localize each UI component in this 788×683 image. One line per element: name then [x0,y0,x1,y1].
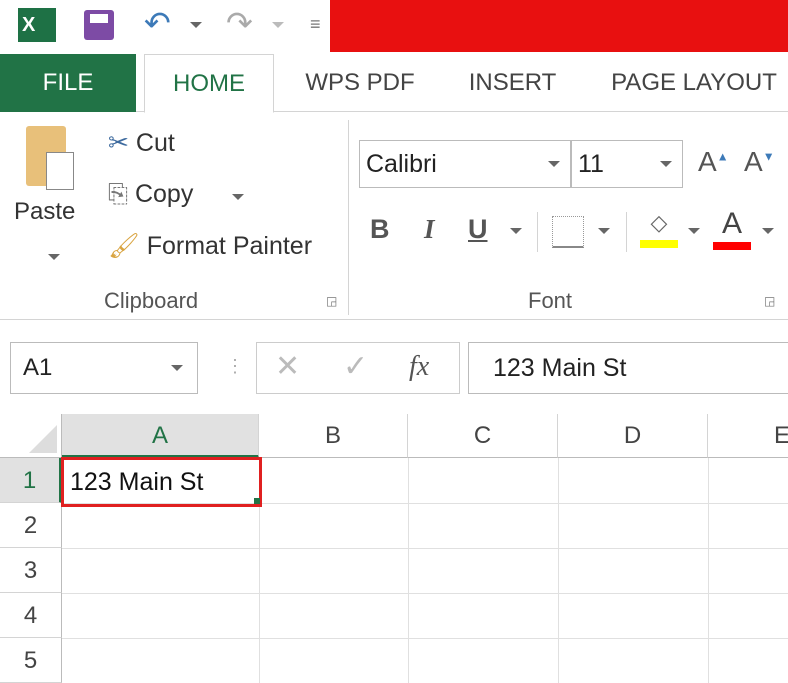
row-header-5[interactable]: 5 [0,638,62,683]
gridline [558,458,559,683]
clipboard-icon [26,126,74,190]
gridline [62,548,788,549]
copy-dropdown-icon[interactable] [232,194,244,200]
column-header-c[interactable]: C [408,414,558,458]
row-header-4[interactable]: 4 [0,593,62,638]
font-color-swatch [713,242,751,250]
formula-input[interactable]: 123 Main St [468,342,788,394]
tab-page-layout[interactable]: PAGE LAYOUT [600,54,788,112]
cancel-icon[interactable]: ✕ [275,349,300,384]
tab-file[interactable]: FILE [0,54,136,112]
separator [537,212,538,252]
grow-font-icon: A [698,146,717,177]
name-box[interactable]: A1 [10,342,198,394]
tab-home[interactable]: HOME [144,54,274,113]
column-header-b[interactable]: B [259,414,408,458]
gridline [62,593,788,594]
copy-button[interactable]: ⎘ Copy [108,180,193,209]
format-painter-label: Format Painter [146,232,313,260]
save-icon[interactable] [84,10,114,40]
gridline [62,638,788,639]
column-header-a[interactable]: A [62,414,259,458]
undo-dropdown-icon[interactable] [190,22,202,28]
ribbon: Paste ✂ Cut ⎘ Copy 🖌 Format Painter Clip… [0,112,788,320]
fill-color-button[interactable]: ◇ [640,210,678,250]
bold-button[interactable]: B [370,214,390,245]
excel-logo-icon: X [18,8,56,42]
copy-icon: ⎘ [108,180,129,208]
font-group-label: Font [528,288,573,313]
tab-wps-pdf[interactable]: WPS PDF [290,54,430,112]
formula-value: 123 Main St [493,354,627,382]
copy-label: Copy [134,180,194,208]
select-all-button[interactable] [0,414,62,458]
shrink-font-icon: A [744,146,763,177]
column-header-d[interactable]: D [558,414,708,458]
underline-dropdown-icon[interactable] [510,228,522,234]
scissors-icon: ✂ [108,129,129,157]
font-launcher-icon[interactable]: ◲ [764,294,775,308]
undo-icon[interactable]: ↶ [144,4,171,42]
enter-icon[interactable]: ✓ [343,349,368,384]
borders-icon[interactable] [552,216,584,248]
row-header-2[interactable]: 2 [0,503,62,548]
font-color-dropdown-icon[interactable] [762,228,774,234]
font-size-select[interactable]: 11 [571,140,683,188]
cut-button[interactable]: ✂ Cut [108,128,175,158]
underline-button[interactable]: U [468,214,488,245]
paste-button[interactable]: Paste [14,126,96,276]
formula-bar-grip-icon[interactable]: ⋮ [226,356,244,377]
name-box-value: A1 [23,354,53,381]
clipboard-group-label: Clipboard [104,288,199,313]
cell-a1[interactable]: 123 Main St [61,457,262,507]
fill-color-swatch [640,240,678,248]
redacted-title-bar [330,0,788,52]
font-name-select[interactable]: Calibri [359,140,571,188]
gridline [708,458,709,683]
cut-label: Cut [135,129,175,157]
paste-dropdown-icon[interactable] [48,254,60,260]
borders-dropdown-icon[interactable] [598,228,610,234]
tab-insert[interactable]: INSERT [455,54,570,112]
cell-a1-value: 123 Main St [70,468,204,496]
font-color-icon: A [721,207,742,240]
font-size-value: 11 [578,150,604,178]
format-painter-button[interactable]: 🖌 Format Painter [108,232,312,261]
column-header-e[interactable]: E [708,414,788,458]
ribbon-tabs: FILE HOME WPS PDF INSERT PAGE LAYOUT [0,54,788,113]
paint-bucket-icon: ◇ [650,210,668,235]
grow-font-button[interactable]: A▲ [698,146,729,178]
group-separator [348,120,349,315]
italic-button[interactable]: I [424,214,435,245]
separator [626,212,627,252]
redo-dropdown-icon [272,22,284,28]
fill-color-dropdown-icon[interactable] [688,228,700,234]
row-header-1[interactable]: 1 [0,458,62,503]
clipboard-launcher-icon[interactable]: ◲ [326,294,337,308]
fill-handle[interactable] [254,498,260,504]
redo-icon: ↷ [226,5,253,41]
shrink-font-button[interactable]: A▼ [744,146,775,178]
paintbrush-icon: 🖌 [108,232,140,260]
customize-icon[interactable]: ≡ [310,14,321,35]
paste-label: Paste [14,198,76,225]
formula-buttons: ✕ ✓ fx [256,342,460,394]
row-header-3[interactable]: 3 [0,548,62,593]
gridline [408,458,409,683]
font-color-button[interactable]: A [713,208,751,250]
insert-function-button[interactable]: fx [409,351,429,383]
font-name-value: Calibri [366,150,437,178]
